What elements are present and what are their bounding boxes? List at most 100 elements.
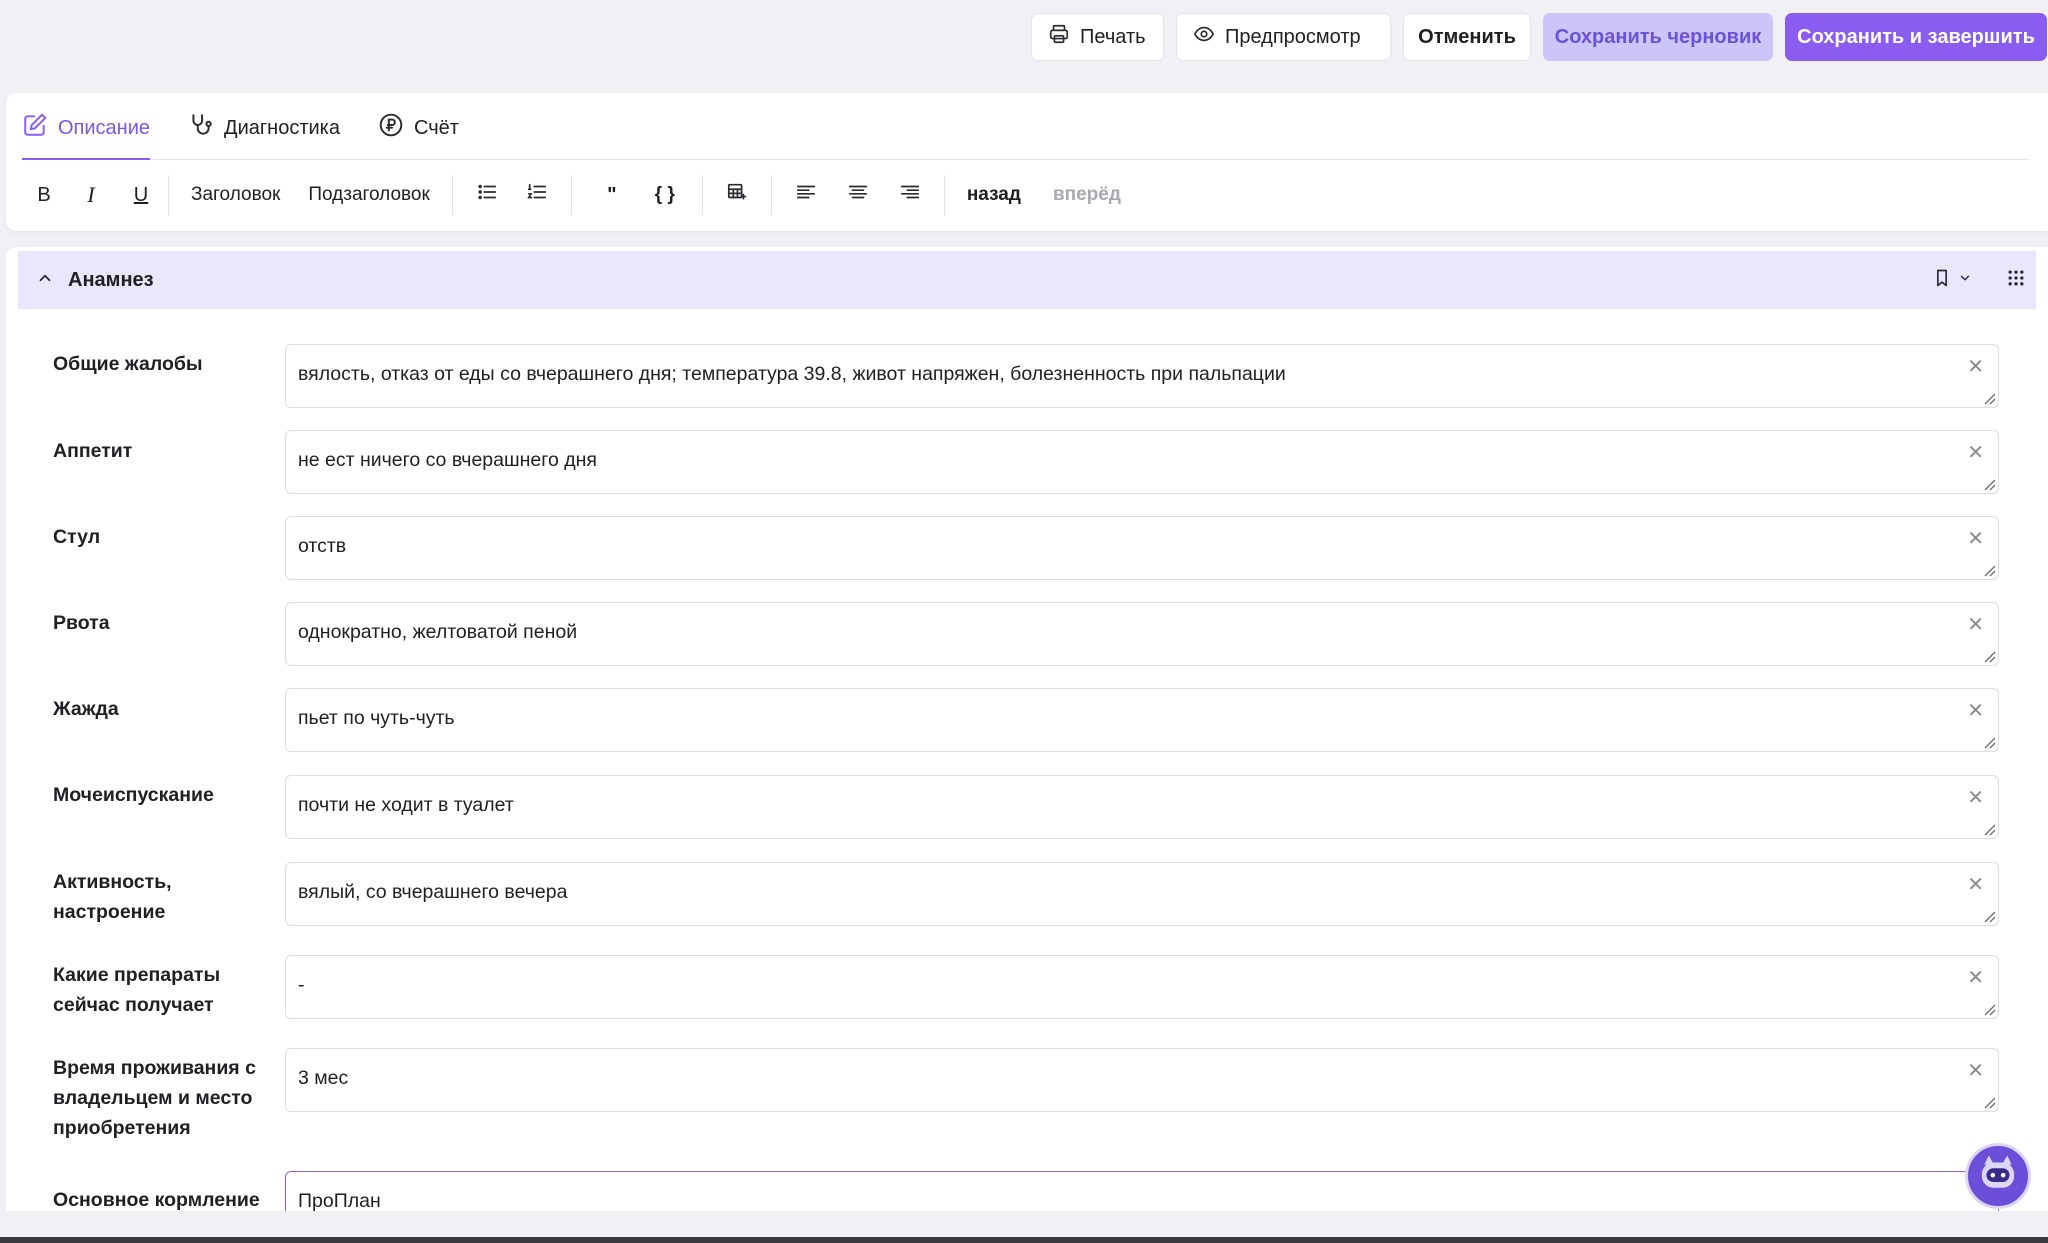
preview-label: Предпросмотр bbox=[1225, 25, 1361, 48]
field-label: Какие препараты сейчас получает bbox=[53, 964, 221, 1016]
grid-dots-icon[interactable] bbox=[2006, 268, 2026, 293]
resize-handle-icon[interactable] bbox=[1982, 477, 1996, 491]
resize-handle-icon[interactable] bbox=[1982, 909, 1996, 923]
tab-invoice[interactable]: Счёт bbox=[378, 93, 459, 159]
align-left-button[interactable] bbox=[784, 173, 828, 217]
tab-invoice-label: Счёт bbox=[413, 116, 459, 139]
field-textarea[interactable]: пьет по чуть-чуть ✕ bbox=[285, 688, 1999, 752]
field-value: ПроПлан bbox=[298, 1190, 381, 1211]
format-toolbar: B I U Заголовок Подзаголовок " {} назад… bbox=[22, 161, 2030, 229]
section-header[interactable]: Анамнез bbox=[18, 251, 2036, 309]
field-value: вялость, отказ от еды со вчерашнего дня;… bbox=[298, 363, 1286, 385]
quote-button[interactable]: " bbox=[584, 173, 640, 217]
assistant-bot-button[interactable] bbox=[1965, 1143, 2031, 1209]
field-label: Стул bbox=[53, 526, 101, 548]
bold-icon: B bbox=[37, 183, 51, 206]
bot-icon bbox=[1975, 1151, 2021, 1202]
resize-handle-icon[interactable] bbox=[1982, 391, 1996, 405]
editor-card: Описание Диагностика Счёт B I U Заголово… bbox=[6, 93, 2048, 231]
heading-button[interactable]: Заголовок bbox=[181, 173, 290, 217]
preview-button[interactable]: Предпросмотр bbox=[1176, 13, 1391, 61]
tabs: Описание Диагностика Счёт bbox=[22, 93, 2030, 160]
field-textarea[interactable]: однократно, желтоватой пеной ✕ bbox=[285, 602, 1999, 666]
window-bottom-edge bbox=[0, 1237, 2048, 1243]
code-icon: { } bbox=[654, 184, 675, 205]
field-textarea[interactable]: не ест ничего со вчерашнего дня ✕ bbox=[285, 430, 1999, 494]
bullet-list-icon bbox=[476, 181, 498, 209]
bullet-list-button[interactable] bbox=[465, 173, 509, 217]
resize-handle-icon[interactable] bbox=[1982, 1002, 1996, 1016]
clear-icon[interactable]: ✕ bbox=[1967, 788, 1984, 808]
field-textarea[interactable]: отств ✕ bbox=[285, 516, 1999, 580]
bold-button[interactable]: B bbox=[22, 173, 66, 217]
undo-button[interactable]: назад bbox=[957, 173, 1031, 217]
bookmark-icon bbox=[1932, 268, 1952, 293]
italic-button[interactable]: I bbox=[66, 173, 116, 217]
field-textarea[interactable]: - ✕ bbox=[285, 955, 1999, 1019]
toolbar-divider bbox=[451, 175, 453, 215]
resize-handle-icon[interactable] bbox=[1982, 649, 1996, 663]
print-button[interactable]: Печать bbox=[1031, 13, 1164, 61]
stethoscope-icon bbox=[188, 112, 214, 144]
underline-icon: U bbox=[133, 183, 149, 206]
cancel-button[interactable]: Отменить bbox=[1403, 13, 1531, 61]
clear-icon[interactable]: ✕ bbox=[1967, 615, 1984, 635]
chevron-up-icon[interactable] bbox=[36, 269, 54, 292]
table-icon bbox=[726, 181, 748, 209]
align-left-icon bbox=[795, 181, 817, 209]
clear-icon[interactable]: ✕ bbox=[1967, 968, 1984, 988]
underline-button[interactable]: U bbox=[116, 173, 166, 217]
resize-handle-icon[interactable] bbox=[1982, 822, 1996, 836]
clear-icon[interactable]: ✕ bbox=[1967, 529, 1984, 549]
resize-handle-icon[interactable] bbox=[1982, 735, 1996, 749]
code-button[interactable]: { } bbox=[640, 173, 690, 217]
field-textarea[interactable]: вялый, со вчерашнего вечера ✕ bbox=[285, 862, 1999, 926]
field-label: Аппетит bbox=[53, 440, 133, 462]
tab-diagnostics[interactable]: Диагностика bbox=[188, 93, 340, 159]
field-label: Рвота bbox=[53, 612, 110, 634]
save-finish-button[interactable]: Сохранить и завершить bbox=[1785, 13, 2047, 61]
edit-icon bbox=[22, 112, 48, 144]
ruble-icon bbox=[378, 112, 404, 144]
field-label: Активность, настроение bbox=[53, 871, 172, 923]
align-center-button[interactable] bbox=[836, 173, 880, 217]
insert-table-button[interactable] bbox=[715, 173, 759, 217]
field-value: однократно, желтоватой пеной bbox=[298, 621, 578, 643]
resize-handle-icon[interactable] bbox=[1982, 1095, 1996, 1109]
field-value: 3 мес bbox=[298, 1067, 349, 1089]
field-textarea[interactable]: 3 мес ✕ bbox=[285, 1048, 1999, 1112]
clear-icon[interactable]: ✕ bbox=[1967, 443, 1984, 463]
field-label: Время проживания с владельцем и место пр… bbox=[53, 1057, 256, 1139]
align-center-icon bbox=[847, 181, 869, 209]
eye-icon bbox=[1193, 23, 1215, 51]
subheading-button[interactable]: Подзаголовок bbox=[298, 173, 439, 217]
field-textarea[interactable]: вялость, отказ от еды со вчерашнего дня;… bbox=[285, 344, 1999, 408]
toolbar-divider bbox=[770, 175, 772, 215]
clear-icon[interactable]: ✕ bbox=[1967, 701, 1984, 721]
clear-icon[interactable]: ✕ bbox=[1967, 875, 1984, 895]
resize-handle-icon[interactable] bbox=[1982, 563, 1996, 577]
tab-description[interactable]: Описание bbox=[22, 93, 151, 160]
field-value: отств bbox=[298, 535, 347, 557]
field-value: - bbox=[298, 974, 305, 996]
field-label: Общие жалобы bbox=[53, 353, 203, 375]
template-bookmark-button[interactable] bbox=[1932, 268, 1972, 293]
align-right-icon bbox=[899, 181, 921, 209]
field-value: пьет по чуть-чуть bbox=[298, 707, 455, 729]
clear-icon[interactable]: ✕ bbox=[1967, 357, 1984, 377]
field-textarea[interactable]: почти не ходит в туалет ✕ bbox=[285, 775, 1999, 839]
field-textarea[interactable]: ПроПлан bbox=[285, 1171, 1999, 1211]
tab-description-label: Описание bbox=[58, 116, 151, 139]
cancel-label: Отменить bbox=[1418, 25, 1516, 48]
italic-icon: I bbox=[87, 182, 95, 207]
toolbar-divider bbox=[701, 175, 703, 215]
align-right-button[interactable] bbox=[888, 173, 932, 217]
toolbar-divider bbox=[168, 175, 169, 215]
numbered-list-button[interactable] bbox=[515, 173, 559, 217]
action-bar: Печать Предпросмотр Отменить Сохранить ч… bbox=[0, 0, 2048, 74]
print-label: Печать bbox=[1080, 25, 1146, 48]
redo-button[interactable]: вперёд bbox=[1043, 173, 1131, 217]
clear-icon[interactable]: ✕ bbox=[1967, 1061, 1984, 1081]
save-draft-button[interactable]: Сохранить черновик bbox=[1543, 13, 1773, 61]
field-label: Мочеиспускание bbox=[53, 784, 214, 806]
